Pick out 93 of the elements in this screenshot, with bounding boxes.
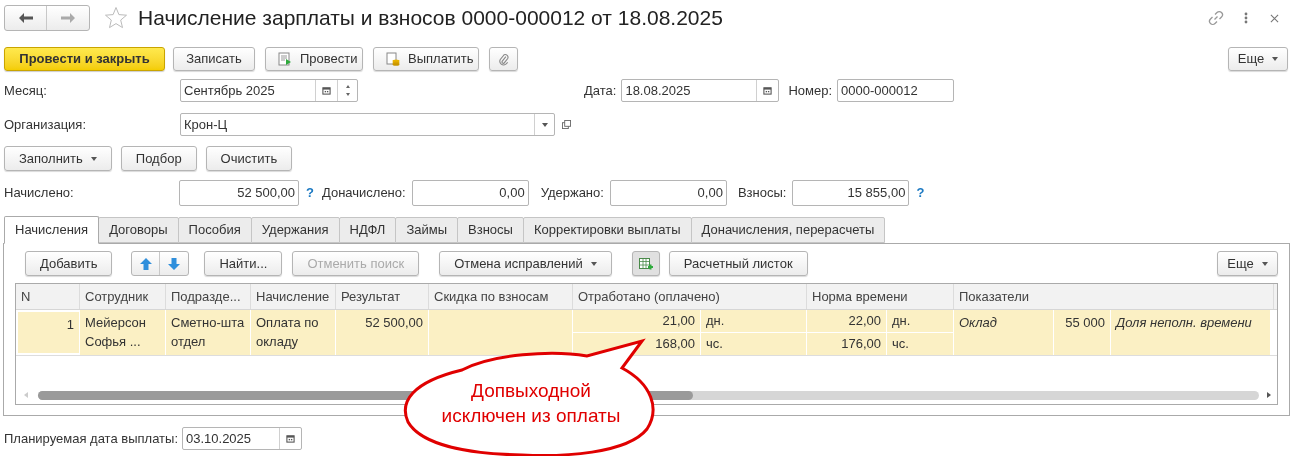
input-field[interactable]: 52 500,00 <box>179 180 299 206</box>
button-label: Отмена исправлений <box>454 254 583 273</box>
input-field[interactable]: Крон-Ц <box>180 113 555 136</box>
column-header[interactable]: Отработано (оплачено) <box>573 284 807 309</box>
field-label: Планируемая дата выплаты: <box>4 429 178 448</box>
link-icon[interactable] <box>1208 10 1224 26</box>
button-label: Еще <box>1237 50 1265 69</box>
field-label: Дата: <box>584 81 617 100</box>
table-cell: 52 500,00 <box>336 310 429 355</box>
coins-icon <box>386 52 400 66</box>
table-cell: Доля неполн. времени <box>1111 310 1271 355</box>
arrow-up-icon <box>139 257 152 270</box>
star-icon[interactable] <box>104 6 128 30</box>
field-label: Организация: <box>4 115 88 134</box>
table-cell: Оплата по окладу <box>251 310 336 355</box>
toolbar-button[interactable]: Подбор <box>120 146 197 171</box>
table-cell: 55 000 <box>1054 310 1111 355</box>
input-field[interactable]: Сентябрь 2025 <box>180 79 358 102</box>
field-label: Номер: <box>788 81 833 100</box>
caret-icon <box>1272 57 1279 61</box>
table-cell: Сметно-шта отдел <box>166 310 251 355</box>
more-button[interactable]: Еще <box>1217 251 1278 276</box>
input-field[interactable]: 18.08.2025 <box>621 79 780 102</box>
tab[interactable]: Корректировки выплаты <box>522 217 692 243</box>
arrow-right-icon <box>61 13 75 23</box>
column-header[interactable]: Подразде... <box>166 284 251 309</box>
input-field[interactable]: 0,00 <box>609 180 727 206</box>
tab[interactable]: НДФЛ <box>338 217 397 243</box>
field-label: Месяц: <box>4 81 48 100</box>
input-field[interactable]: 0,00 <box>411 180 529 206</box>
table-cell: Мейерсон Софья ... <box>80 310 166 355</box>
column-header[interactable]: Результат <box>336 284 429 309</box>
toolbar-button[interactable]: Выплатить <box>373 47 479 71</box>
field-label: Удержано: <box>540 184 604 203</box>
arrow-left-icon <box>18 13 33 23</box>
tab[interactable]: Пособия <box>177 217 252 243</box>
attach-button[interactable] <box>489 47 518 71</box>
callout-text: Допвыходной исключен из оплаты <box>440 379 622 428</box>
table-cell: 21,00 <box>573 310 701 332</box>
input-field[interactable]: 0000-000012 <box>837 79 955 102</box>
more-button[interactable]: Еще <box>1228 47 1288 71</box>
toolbar-button[interactable]: Записать <box>173 47 255 71</box>
tab[interactable]: Договоры <box>98 217 179 243</box>
help-link[interactable]: ? <box>916 183 925 203</box>
caret-icon <box>1261 261 1268 266</box>
button-label: Провести <box>300 50 358 69</box>
window-title: Начисление зарплаты и взносов 0000-000012 от 18.08.2025 <box>138 5 723 32</box>
close-icon[interactable] <box>1270 13 1279 23</box>
help-link[interactable]: ? <box>306 183 314 203</box>
button-label: Выплатить <box>408 50 474 69</box>
column-header[interactable]: N <box>16 284 80 309</box>
table-add-icon <box>638 256 653 271</box>
table-cell: 1 <box>16 310 80 355</box>
column-header[interactable]: Начисление <box>251 284 336 309</box>
tab[interactable]: Займы <box>395 217 459 243</box>
table-cell: Оклад <box>954 310 1054 355</box>
table-cell: 176,00 <box>807 332 887 355</box>
table-cell: дн. <box>701 310 806 332</box>
paperclip-icon <box>497 52 510 66</box>
button-label: Заполнить <box>19 149 83 168</box>
table-cell: чс. <box>887 332 953 355</box>
table-cell: 22,00 <box>807 310 887 332</box>
column-header[interactable]: Норма времени <box>807 284 954 309</box>
field-label: Взносы: <box>737 184 787 203</box>
toolbar-button[interactable]: Расчетный листок <box>668 251 808 276</box>
column-header[interactable]: Скидка по взносам <box>429 284 573 309</box>
tab[interactable]: Взносы <box>457 217 524 243</box>
input-field[interactable]: 03.10.2025 <box>182 427 302 450</box>
scroll-right-icon[interactable] <box>1267 392 1271 398</box>
table-row[interactable]: 1 Мейерсон Софья ... Сметно-шта отдел Оплата по окладу 52 500,00 21,00 дн. 168,00 чс. 22,00 дн. 176,00 чс. Оклад 55 000 Доля неполн. времени <box>16 310 1277 356</box>
caret-icon <box>590 261 597 266</box>
toolbar-button[interactable]: Очистить <box>205 146 293 171</box>
input-field[interactable]: 15 855,00 <box>792 180 910 206</box>
toolbar-button[interactable]: Провести <box>265 47 363 71</box>
tab[interactable]: Доначисления, перерасчеты <box>690 217 886 243</box>
toolbar-button[interactable]: Отмена исправлений <box>439 251 612 276</box>
column-header[interactable]: Сотрудник <box>80 284 166 309</box>
table-cell: дн. <box>887 310 953 332</box>
post-and-close-button[interactable]: Провести и закрыть <box>4 47 165 71</box>
field-label: Начислено: <box>4 184 75 203</box>
table-cell: чс. <box>701 332 806 355</box>
tab[interactable]: Начисления <box>4 216 100 244</box>
column-header[interactable]: Показатели <box>954 284 1274 309</box>
button-label: Еще <box>1227 254 1254 273</box>
arrow-down-icon <box>168 257 181 270</box>
toolbar-button[interactable]: Найти... <box>204 251 283 276</box>
more-icon[interactable] <box>1244 12 1248 24</box>
field-label: Доначислено: <box>321 184 406 203</box>
toolbar-button[interactable]: Заполнить <box>4 146 112 171</box>
post-icon <box>278 52 292 66</box>
toolbar-button[interactable]: Добавить <box>25 251 113 276</box>
tab[interactable]: Удержания <box>250 217 340 243</box>
add-grid-button[interactable] <box>631 251 660 276</box>
